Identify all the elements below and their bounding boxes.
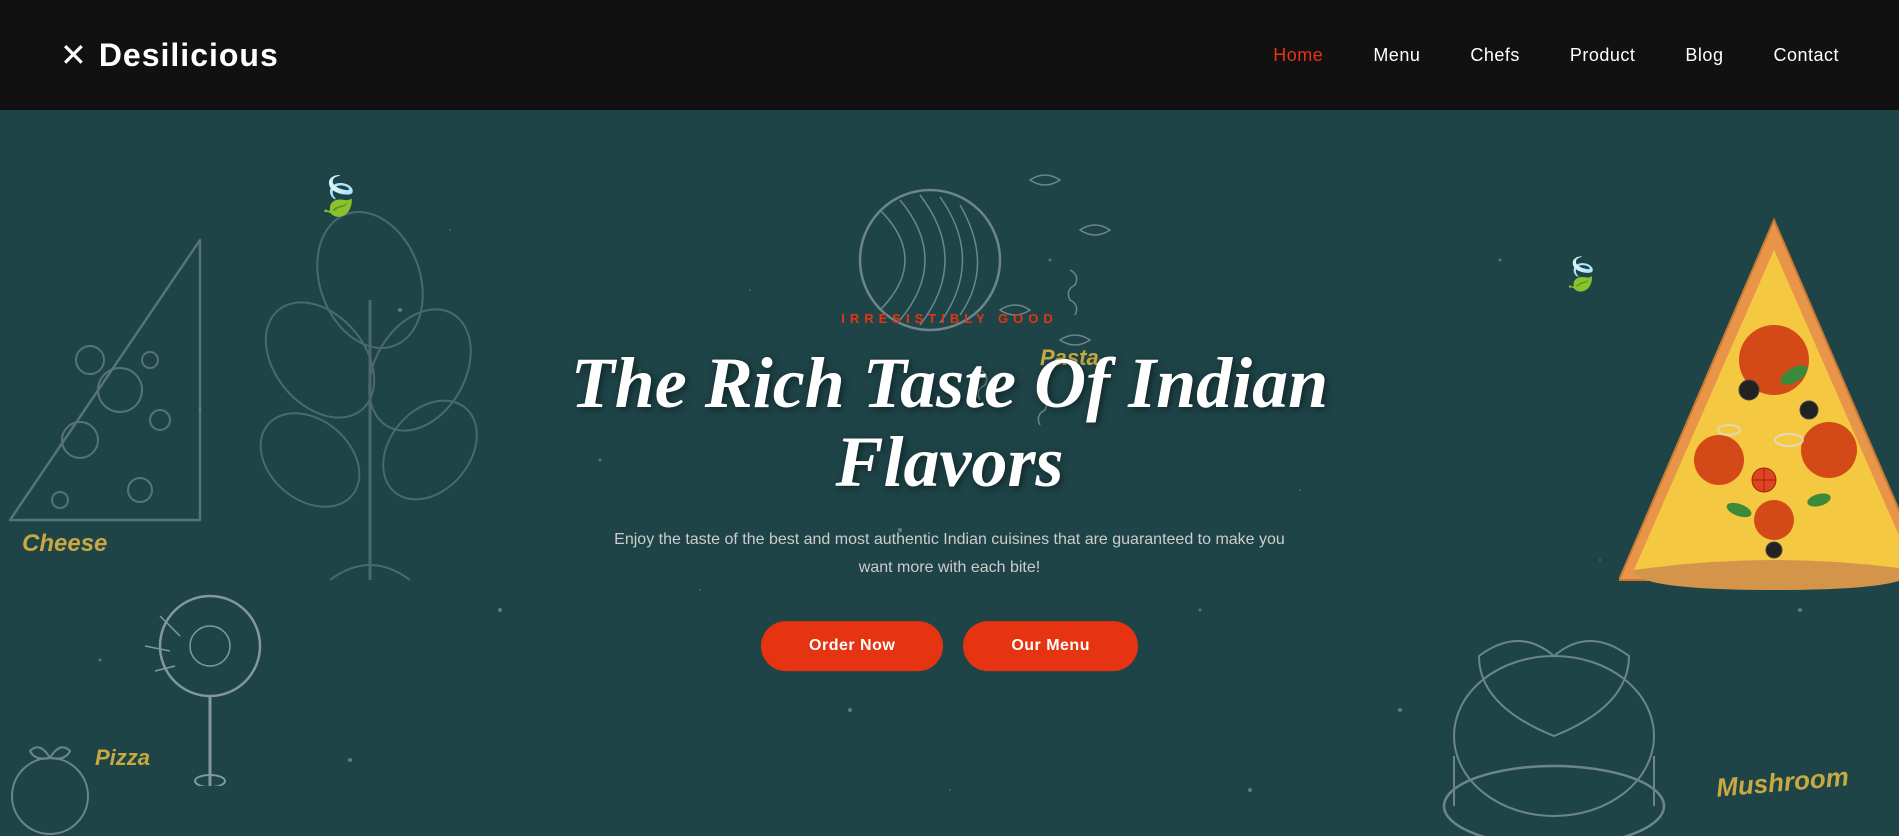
food-sketch-bottom-right <box>1429 606 1679 836</box>
cheese-label: Cheese <box>22 530 107 558</box>
hero-description: Enjoy the taste of the best and most aut… <box>600 526 1300 580</box>
nav-item-product[interactable]: Product <box>1570 45 1636 66</box>
logo-text: Desilicious <box>99 37 279 74</box>
pizza-label: Pizza <box>95 745 150 771</box>
order-now-button[interactable]: Order Now <box>761 621 943 671</box>
nav-link-chefs[interactable]: Chefs <box>1470 45 1520 65</box>
tomato-sketch <box>0 736 100 836</box>
nav-item-menu[interactable]: Menu <box>1373 45 1420 66</box>
nav-item-home[interactable]: Home <box>1273 45 1323 66</box>
our-menu-button[interactable]: Our Menu <box>963 621 1138 671</box>
hero-section: 🍃 🍃 Pasta <box>0 110 1899 836</box>
nav-link-blog[interactable]: Blog <box>1685 45 1723 65</box>
leaf-decoration-1: 🍃 <box>315 175 362 219</box>
nav-link-product[interactable]: Product <box>1570 45 1636 65</box>
nav-links: Home Menu Chefs Product Blog Contact <box>1273 45 1839 66</box>
leaf-decoration-2: 🍃 <box>1561 255 1601 293</box>
pizza-slice-illustration <box>1619 210 1899 590</box>
nav-link-home[interactable]: Home <box>1273 45 1323 65</box>
hero-tagline: IRRESISTIBLY GOOD <box>550 311 1350 326</box>
cheese-sketch <box>0 190 210 550</box>
navbar: ✕ Desilicious Home Menu Chefs Product Bl… <box>0 0 1899 110</box>
nav-item-blog[interactable]: Blog <box>1685 45 1723 66</box>
nav-item-chefs[interactable]: Chefs <box>1470 45 1520 66</box>
hero-title: The Rich Taste Of Indian Flavors <box>550 344 1350 502</box>
nav-item-contact[interactable]: Contact <box>1773 45 1839 66</box>
hero-content: IRRESISTIBLY GOOD The Rich Taste Of Indi… <box>550 311 1350 671</box>
logo-icon: ✕ <box>60 36 87 74</box>
nav-link-contact[interactable]: Contact <box>1773 45 1839 65</box>
logo[interactable]: ✕ Desilicious <box>60 36 279 74</box>
herb-sketch <box>230 200 510 600</box>
hero-buttons: Order Now Our Menu <box>550 621 1350 671</box>
nav-link-menu[interactable]: Menu <box>1373 45 1420 65</box>
